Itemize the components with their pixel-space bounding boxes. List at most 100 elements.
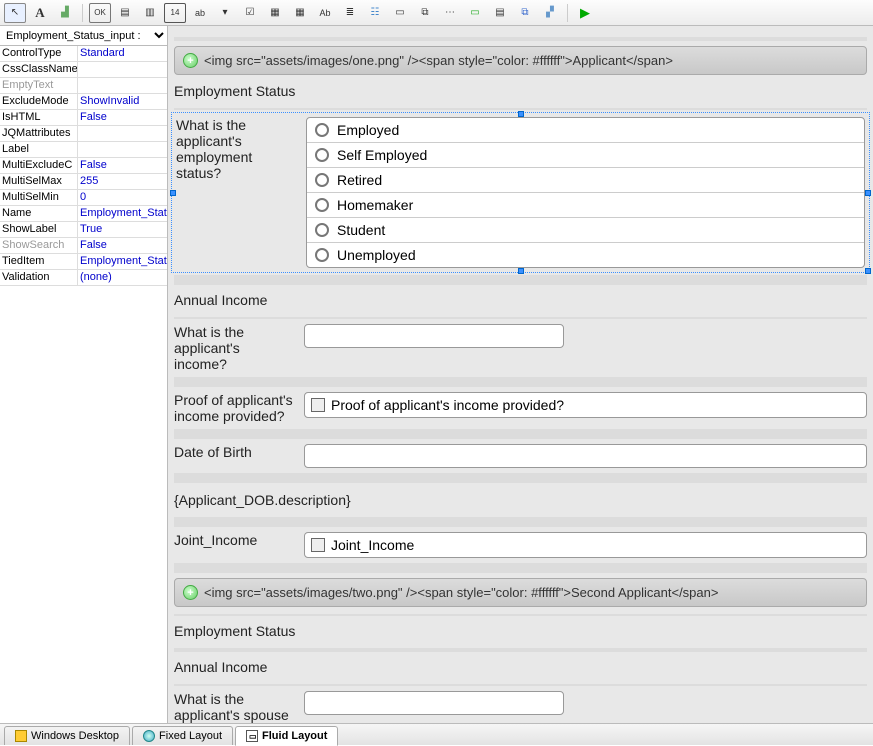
form2-tool[interactable]: ▥ [139, 3, 161, 23]
property-value[interactable]: 255 [78, 174, 167, 189]
property-row[interactable]: EmptyText [0, 78, 167, 94]
expand-icon[interactable]: + [183, 585, 198, 600]
property-value[interactable]: ShowInvalid [78, 94, 167, 109]
property-value[interactable] [78, 126, 167, 141]
property-name: MultiSelMax [0, 174, 78, 189]
richtext-tool[interactable]: Ab [314, 3, 336, 23]
property-name: ShowLabel [0, 222, 78, 237]
property-value[interactable]: Employment_Statu [78, 206, 167, 221]
property-value[interactable]: False [78, 238, 167, 253]
radio-option[interactable]: Retired [307, 168, 864, 193]
textbox-tool[interactable]: ab [189, 3, 211, 23]
property-row[interactable]: MultiExcludeCFalse [0, 158, 167, 174]
tiles-tool[interactable]: ▞ [539, 3, 561, 23]
radio-label: Employed [337, 122, 399, 138]
ok-button-tool[interactable]: OK [89, 3, 111, 23]
tab-windows-desktop[interactable]: Windows Desktop [4, 726, 130, 745]
radio-label: Student [337, 222, 385, 238]
property-object-selector[interactable]: Employment_Status_input : [0, 26, 167, 46]
image-tool[interactable]: ▟ [54, 3, 76, 23]
panel-tool[interactable]: ▭ [389, 3, 411, 23]
property-row[interactable]: JQMattributes [0, 126, 167, 142]
run-button[interactable]: ▶ [574, 3, 596, 23]
section-raw-html: <img src="assets/images/one.png" /><span… [204, 53, 673, 68]
radio-icon [315, 223, 329, 237]
design-canvas-column: + <img src="assets/images/one.png" /><sp… [168, 26, 873, 723]
dots-tool[interactable]: ⋯ [439, 3, 461, 23]
property-row[interactable]: IsHTMLFalse [0, 110, 167, 126]
table-tool[interactable]: ▦ [264, 3, 286, 23]
income-input[interactable] [304, 324, 564, 348]
employment-status-heading: Employment Status [174, 81, 867, 103]
grid-tool[interactable]: ▦ [289, 3, 311, 23]
property-row[interactable]: MultiSelMax255 [0, 174, 167, 190]
checkbox-icon[interactable] [311, 538, 325, 552]
fluid-layout-icon [246, 730, 258, 742]
layout-tool[interactable]: ☷ [364, 3, 386, 23]
checkbox-tool[interactable]: ☑ [239, 3, 261, 23]
property-value[interactable]: True [78, 222, 167, 237]
property-name: TiedItem [0, 254, 78, 269]
calendar-tool[interactable]: 14 [164, 3, 186, 23]
property-value[interactable] [78, 62, 167, 77]
dropdown-tool[interactable]: ▾ [214, 3, 236, 23]
property-row[interactable]: TiedItemEmployment_Statu [0, 254, 167, 270]
property-value[interactable]: False [78, 110, 167, 125]
tab-fixed-layout[interactable]: Fixed Layout [132, 726, 233, 745]
proof-checkbox-row[interactable]: Proof of applicant's income provided? [304, 392, 867, 418]
radio-option[interactable]: Self Employed [307, 143, 864, 168]
employment-status-control[interactable]: What is the applicant's employment statu… [174, 115, 867, 270]
pointer-tool[interactable]: ↖ [4, 3, 26, 23]
radio-icon [315, 123, 329, 137]
property-row[interactable]: NameEmployment_Statu [0, 206, 167, 222]
section-header-second-applicant[interactable]: + <img src="assets/images/two.png" /><sp… [174, 578, 867, 607]
employment-radio-list[interactable]: Employed Self EmployedRetiredHomemaker Stu… [306, 117, 865, 268]
radio-option[interactable]: Employed [307, 118, 864, 143]
sheet-tool[interactable]: ▤ [489, 3, 511, 23]
expand-icon[interactable]: + [183, 53, 198, 68]
property-row[interactable]: CssClassName [0, 62, 167, 78]
property-value[interactable]: Employment_Statu [78, 254, 167, 269]
property-row[interactable]: ControlTypeStandard [0, 46, 167, 62]
spouse-income-input[interactable] [304, 691, 564, 715]
property-row[interactable]: Validation(none) [0, 270, 167, 286]
form-tool[interactable]: ▤ [114, 3, 136, 23]
tab-fluid-layout[interactable]: Fluid Layout [235, 726, 338, 746]
section-header-applicant[interactable]: + <img src="assets/images/one.png" /><sp… [174, 46, 867, 75]
blue-copy-tool[interactable]: ⧉ [514, 3, 536, 23]
text-tool[interactable]: A [29, 3, 51, 23]
property-name: Label [0, 142, 78, 157]
radio-icon [315, 248, 329, 262]
property-row[interactable]: Label [0, 142, 167, 158]
property-grid[interactable]: ControlTypeStandardCssClassNameEmptyText… [0, 46, 167, 723]
object-dropdown[interactable]: Employment_Status_input : [0, 26, 167, 45]
design-canvas[interactable]: + <img src="assets/images/one.png" /><sp… [168, 26, 873, 723]
tab-label: Windows Desktop [31, 730, 119, 742]
property-value[interactable]: 0 [78, 190, 167, 205]
property-value[interactable] [78, 78, 167, 93]
proof-question-label: Proof of applicant's income provided? [174, 392, 294, 424]
property-row[interactable]: ExcludeModeShowInvalid [0, 94, 167, 110]
property-value[interactable]: Standard [78, 46, 167, 61]
property-value[interactable]: False [78, 158, 167, 173]
radio-icon [315, 198, 329, 212]
checkbox-icon[interactable] [311, 398, 325, 412]
copy-tool[interactable]: ⧉ [414, 3, 436, 23]
joint-income-checkbox-row[interactable]: Joint_Income [304, 532, 867, 558]
green-box-tool[interactable]: ▭ [464, 3, 486, 23]
property-row[interactable]: ShowSearchFalse [0, 238, 167, 254]
radio-option[interactable]: Unemployed [307, 243, 864, 267]
radio-option[interactable]: Homemaker [307, 193, 864, 218]
dob-input[interactable] [304, 444, 867, 468]
property-name: ExcludeMode [0, 94, 78, 109]
property-value[interactable] [78, 142, 167, 157]
spouse-income-question-label: What is the applicant's spouse income? [174, 691, 294, 723]
income-question-label: What is the applicant's income? [174, 324, 294, 372]
property-row[interactable]: MultiSelMin0 [0, 190, 167, 206]
property-name: MultiExcludeC [0, 158, 78, 173]
listbox-tool[interactable]: ≣ [339, 3, 361, 23]
property-value[interactable]: (none) [78, 270, 167, 285]
property-row[interactable]: ShowLabelTrue [0, 222, 167, 238]
property-name: Name [0, 206, 78, 221]
radio-option[interactable]: Student [307, 218, 864, 243]
